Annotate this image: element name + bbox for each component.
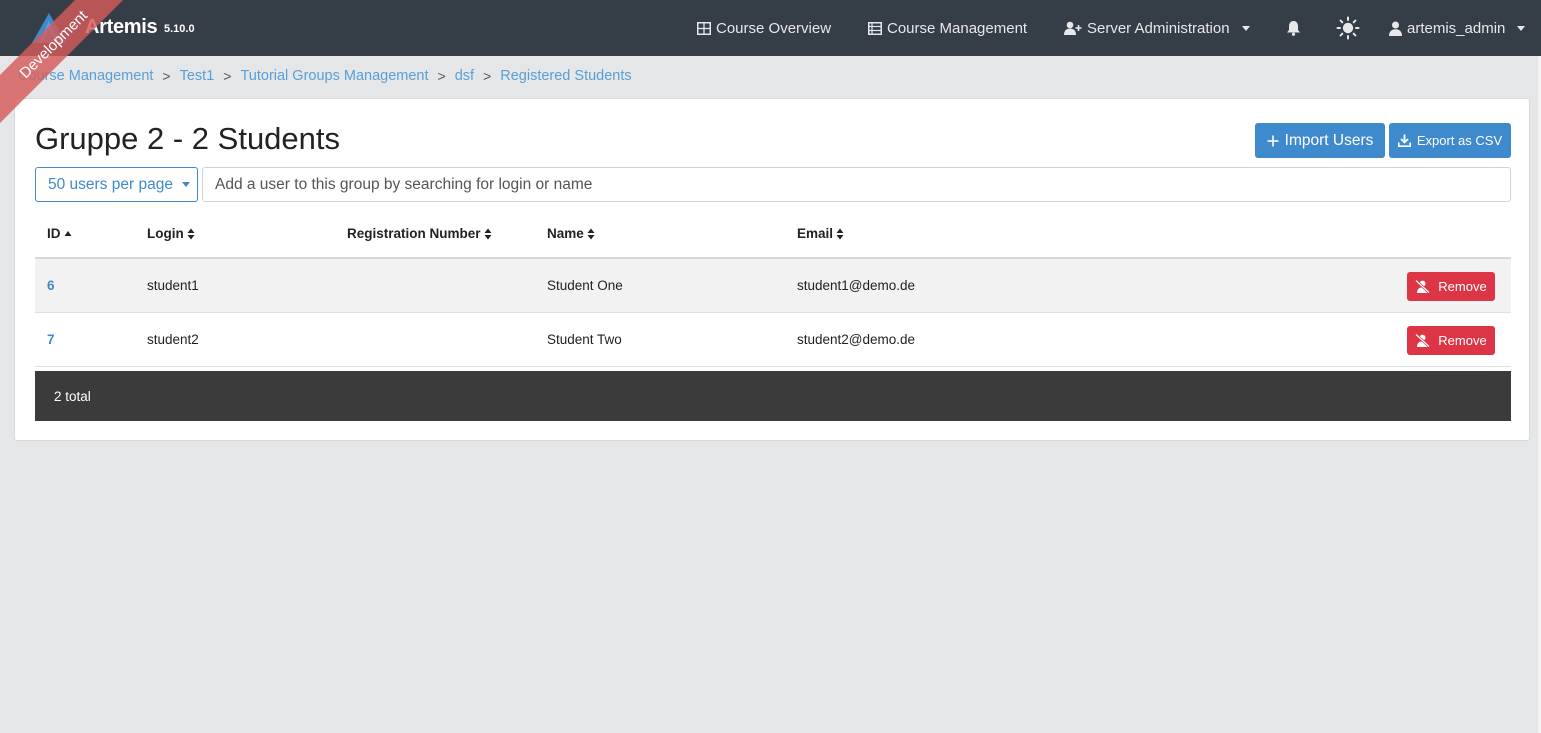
user-menu[interactable]: artemis_admin — [1389, 0, 1526, 56]
total-count: 2 total — [54, 388, 91, 404]
nav-course-management-label: Course Management — [887, 19, 1028, 37]
user-name: Student Two — [547, 332, 622, 347]
user-plus-icon — [1064, 21, 1082, 35]
nav-course-overview[interactable]: Course Overview — [697, 0, 831, 56]
column-header-label: Email — [797, 226, 834, 241]
user-login: student2 — [147, 332, 199, 347]
add-user-search-input[interactable] — [202, 167, 1511, 202]
table-row: 6 student1 Student One student1@demo.de … — [35, 259, 1511, 313]
column-header-label: ID — [47, 226, 61, 241]
breadcrumb-registered-students[interactable]: Registered Students — [500, 68, 631, 84]
user-email: student2@demo.de — [797, 332, 916, 347]
user-icon — [1389, 21, 1402, 36]
user-slash-icon — [1415, 280, 1431, 293]
column-header-email[interactable]: Email — [797, 226, 844, 241]
breadcrumb-separator: > — [483, 68, 492, 84]
user-id-link[interactable]: 7 — [47, 332, 55, 347]
import-users-label: Import Users — [1284, 131, 1374, 149]
breadcrumb-separator: > — [162, 68, 171, 84]
table-row: 7 student2 Student Two student2@demo.de … — [35, 313, 1511, 367]
sort-icon — [187, 228, 195, 239]
export-csv-button[interactable]: Export as CSV — [1389, 123, 1511, 158]
user-name: Student One — [547, 278, 623, 293]
nav-course-management[interactable]: Course Management — [868, 0, 1027, 56]
column-header-label: Login — [147, 226, 184, 241]
artemis-logo-icon[interactable] — [32, 13, 66, 43]
remove-user-button[interactable]: Remove — [1407, 272, 1495, 301]
user-name: artemis_admin — [1407, 19, 1506, 37]
download-icon — [1397, 134, 1411, 147]
users-per-page-label: 50 users per page — [48, 175, 173, 193]
plus-icon — [1267, 135, 1279, 146]
brand-version: 5.10.0 — [164, 23, 195, 35]
nav-course-overview-label: Course Overview — [716, 19, 832, 37]
import-users-button[interactable]: Import Users — [1255, 123, 1385, 158]
column-header-name[interactable]: Name — [547, 226, 595, 241]
breadcrumb-separator: > — [223, 68, 232, 84]
column-header-id[interactable]: ID — [47, 226, 72, 241]
remove-user-button[interactable]: Remove — [1407, 326, 1495, 355]
users-per-page-dropdown[interactable]: 50 users per page — [35, 167, 198, 202]
notification-bell[interactable] — [1286, 0, 1301, 56]
breadcrumb-course[interactable]: Test1 — [180, 68, 215, 84]
nav-server-administration[interactable]: Server Administration — [1064, 0, 1250, 56]
theme-toggle[interactable] — [1336, 0, 1360, 56]
breadcrumb-course-management[interactable]: Course Management — [18, 68, 153, 84]
sort-asc-icon — [64, 230, 71, 236]
user-id-link[interactable]: 6 — [47, 278, 55, 293]
column-header-label: Registration Number — [347, 226, 481, 241]
user-email: student1@demo.de — [797, 278, 916, 293]
breadcrumb-separator: > — [437, 68, 446, 84]
user-login: student1 — [147, 278, 199, 293]
sort-icon — [587, 228, 595, 239]
list-icon — [868, 21, 882, 35]
remove-label: Remove — [1438, 333, 1487, 348]
sun-icon — [1336, 16, 1360, 40]
students-table: ID Login Registration Number Name Email … — [35, 211, 1511, 367]
column-header-label: Name — [547, 226, 584, 241]
page-title: Gruppe 2 - 2 Students — [35, 121, 341, 156]
user-slash-icon — [1415, 334, 1431, 347]
chevron-down-icon — [181, 182, 190, 187]
remove-label: Remove — [1438, 279, 1487, 294]
breadcrumb-tutorial-groups-management[interactable]: Tutorial Groups Management — [240, 68, 428, 84]
brand-name[interactable]: Artemis — [85, 16, 158, 39]
grid-icon — [697, 21, 711, 35]
table-header: ID Login Registration Number Name Email — [35, 211, 1511, 259]
breadcrumb-tutorial-group[interactable]: dsf — [455, 68, 474, 84]
bell-icon — [1287, 21, 1300, 36]
breadcrumb: Course Management > Test1 > Tutorial Gro… — [18, 68, 632, 84]
top-navbar: Artemis 5.10.0 Course Overview Course Ma… — [0, 0, 1541, 56]
chevron-down-icon — [1517, 25, 1526, 31]
column-header-registration-number[interactable]: Registration Number — [347, 226, 492, 241]
sort-icon — [836, 228, 844, 239]
chevron-down-icon — [1241, 25, 1250, 31]
export-csv-label: Export as CSV — [1416, 133, 1503, 148]
nav-server-administration-label: Server Administration — [1087, 19, 1230, 37]
registered-students-card: Gruppe 2 - 2 Students Import Users Expor… — [14, 98, 1530, 441]
column-header-login[interactable]: Login — [147, 226, 195, 241]
table-footer: 2 total — [35, 371, 1511, 421]
sort-icon — [484, 228, 492, 239]
